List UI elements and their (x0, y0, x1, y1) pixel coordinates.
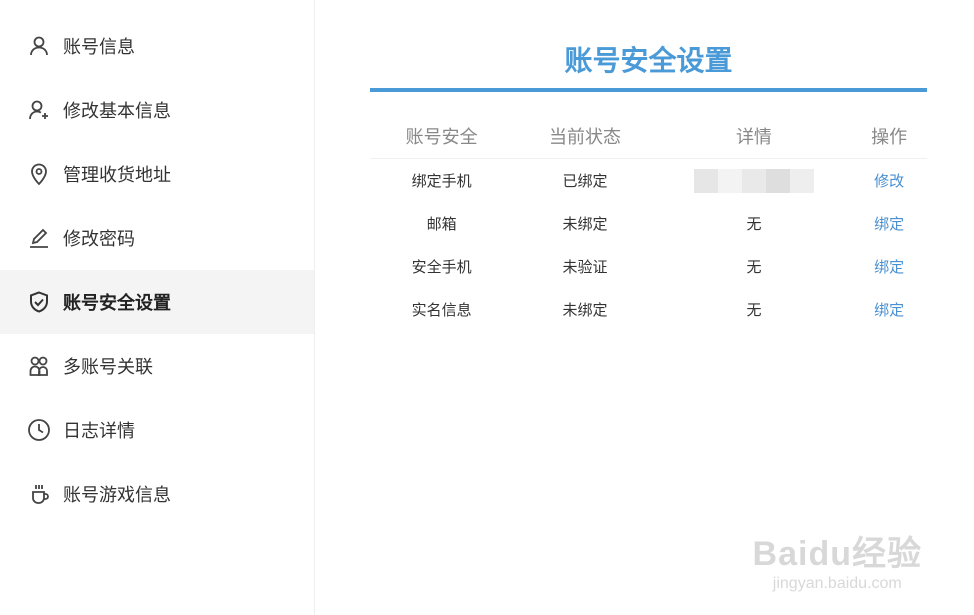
security-table: 账号安全 当前状态 详情 操作 绑定手机 已绑定 修改 邮箱 未绑定 无 绑定 … (370, 114, 927, 331)
sidebar-item-account-info[interactable]: 账号信息 (0, 14, 314, 78)
cup-icon (27, 482, 51, 506)
masked-phone (693, 168, 814, 193)
row-item: 绑定手机 (411, 172, 472, 190)
row-detail: 无 (746, 258, 762, 276)
sidebar-item-label: 管理收货地址 (63, 165, 171, 186)
sidebar: 账号信息 修改基本信息 管理收货地址 修改密码 账号安全设置 多账号关联 日志详… (0, 0, 315, 615)
sidebar-item-manage-address[interactable]: 管理收货地址 (0, 142, 314, 206)
table-row: 实名信息 未绑定 无 绑定 (370, 288, 927, 331)
watermark-url: jingyan.baidu.com (772, 575, 902, 592)
table-row: 绑定手机 已绑定 修改 (370, 159, 927, 203)
pen-icon (27, 226, 51, 250)
bind-email-link[interactable]: 绑定 (851, 202, 927, 245)
sidebar-item-label: 日志详情 (63, 421, 135, 442)
bind-realname-link[interactable]: 绑定 (851, 288, 927, 331)
modify-link[interactable]: 修改 (851, 159, 927, 203)
row-item: 实名信息 (411, 301, 472, 319)
main-panel: 账号安全设置 账号安全 当前状态 详情 操作 绑定手机 已绑定 修改 邮箱 未绑… (370, 0, 927, 615)
sidebar-item-label: 账号安全设置 (63, 293, 171, 314)
column-header-item: 账号安全 (370, 114, 514, 159)
multi-user-icon (27, 354, 51, 378)
row-item: 安全手机 (411, 258, 472, 276)
sidebar-item-label: 账号游戏信息 (63, 485, 171, 506)
row-detail: 无 (746, 301, 762, 319)
row-status: 已绑定 (562, 172, 608, 190)
sidebar-item-log-details[interactable]: 日志详情 (0, 398, 314, 462)
row-item: 邮箱 (426, 215, 457, 233)
user-icon (27, 34, 51, 58)
watermark-logo-text: Baidu经验 (752, 535, 922, 573)
row-status: 未绑定 (562, 301, 608, 319)
watermark: Baidu经验 jingyan.baidu.com (753, 526, 922, 593)
sidebar-item-security-settings[interactable]: 账号安全设置 (0, 270, 314, 334)
row-status: 未绑定 (562, 215, 608, 233)
bind-security-phone-link[interactable]: 绑定 (851, 245, 927, 288)
sidebar-item-edit-basic-info[interactable]: 修改基本信息 (0, 78, 314, 142)
sidebar-item-label: 修改基本信息 (63, 101, 171, 122)
column-header-action: 操作 (851, 114, 927, 159)
title-underline (370, 88, 927, 92)
table-row: 邮箱 未绑定 无 绑定 (370, 202, 927, 245)
sidebar-item-label: 多账号关联 (63, 357, 153, 378)
column-header-detail: 详情 (656, 114, 852, 159)
location-pin-icon (27, 162, 51, 186)
table-row: 安全手机 未验证 无 绑定 (370, 245, 927, 288)
table-header-row: 账号安全 当前状态 详情 操作 (370, 114, 927, 159)
row-status: 未验证 (562, 258, 608, 276)
row-detail (657, 159, 851, 203)
sidebar-item-multi-account[interactable]: 多账号关联 (0, 334, 314, 398)
sidebar-item-change-password[interactable]: 修改密码 (0, 206, 314, 270)
row-detail: 无 (746, 215, 762, 233)
user-plus-icon (27, 98, 51, 122)
shield-check-icon (27, 290, 51, 314)
column-header-status: 当前状态 (513, 114, 657, 159)
sidebar-item-game-info[interactable]: 账号游戏信息 (0, 462, 314, 526)
sidebar-item-label: 修改密码 (63, 229, 135, 250)
clock-icon (27, 418, 51, 442)
page-title: 账号安全设置 (564, 44, 733, 77)
sidebar-item-label: 账号信息 (63, 37, 135, 58)
